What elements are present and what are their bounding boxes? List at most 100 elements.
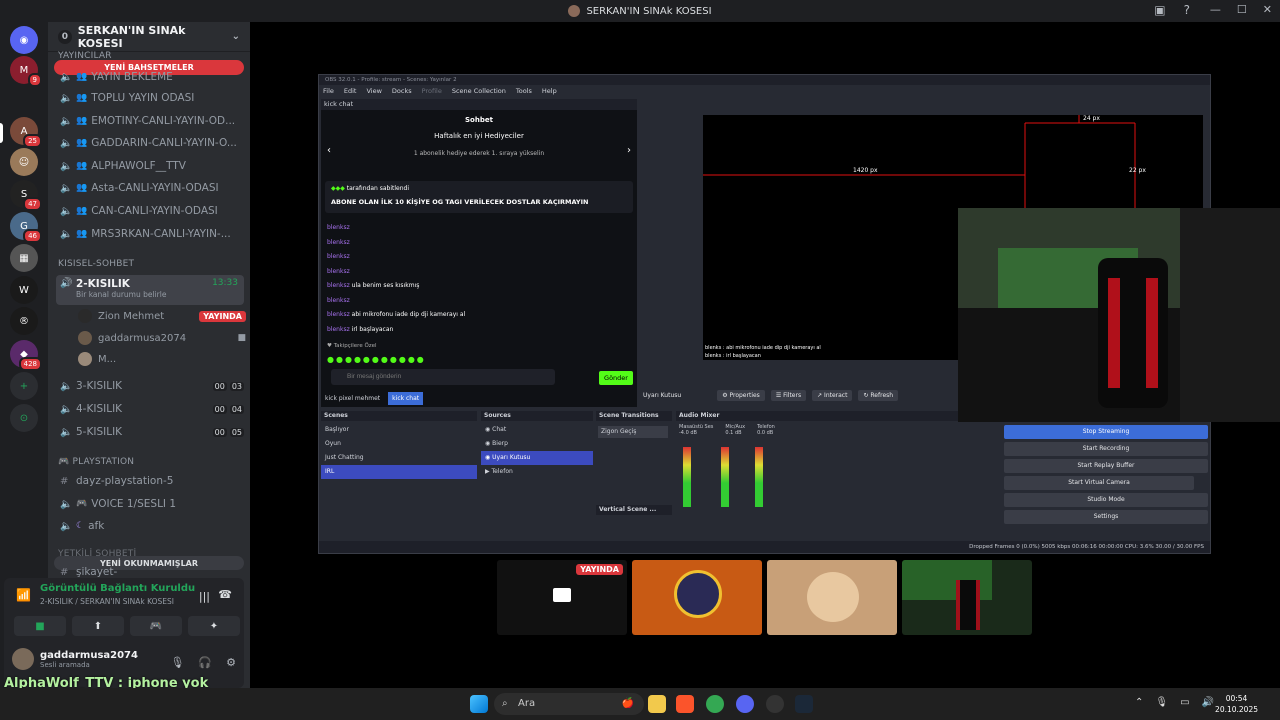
participant-tile-avatar[interactable] <box>767 560 897 635</box>
effects-button[interactable]: ✦ <box>188 616 240 636</box>
tab-kick-chat[interactable]: kick chat <box>388 392 424 405</box>
voice-channel[interactable]: 🔈 ☾ afk <box>56 516 244 536</box>
server-icon[interactable]: A 25 <box>10 117 42 148</box>
scene-item-selected[interactable]: IRL <box>321 465 477 479</box>
tab-kick-pixel[interactable]: kick pixel mehmet <box>321 392 384 405</box>
menu-file[interactable]: File <box>323 87 334 95</box>
chevron-left-icon[interactable]: ‹ <box>327 145 331 156</box>
camera-button[interactable]: ■ <box>14 616 66 636</box>
menu-view[interactable]: View <box>366 87 381 95</box>
voice-channel[interactable]: 🔈 👥 MRS3RKAN-CANLI-YAYIN-... <box>56 224 244 244</box>
voice-channel[interactable]: 🔈 👥 GADDARIN-CANLI-YAYIN-O... <box>56 133 244 153</box>
chat-username[interactable]: blenksz <box>327 311 350 318</box>
help-icon[interactable]: ? <box>1184 3 1190 17</box>
vc-user[interactable]: gaddarmusa2074 ■ <box>78 328 246 348</box>
inbox-icon[interactable]: ▣ <box>1154 3 1165 17</box>
chevron-right-icon[interactable]: › <box>627 145 631 156</box>
chat-username[interactable]: blenksz <box>327 239 350 246</box>
voice-channel[interactable]: 🔈 3-KISILIK 00 03 <box>56 376 244 396</box>
source-item-selected[interactable]: ◉ Uyarı Kutusu <box>481 451 593 465</box>
microphone-icon[interactable]: 🎙 <box>1155 697 1168 708</box>
chrome-icon[interactable] <box>706 695 724 713</box>
voice-channel[interactable]: 🔈 👥 YAYIN BEKLEME <box>56 67 244 87</box>
transition-select[interactable]: Zigon Geçiş <box>598 426 668 438</box>
voice-channel[interactable]: 🔈 👥 EMOTINY-CANLI-YAYIN-OD... <box>56 111 244 131</box>
maximize-button[interactable]: ☐ <box>1237 3 1247 16</box>
server-icon[interactable]: ◆ 428 <box>10 340 42 371</box>
chat-input[interactable] <box>331 369 555 385</box>
start-button[interactable] <box>470 695 488 713</box>
chat-username[interactable]: blenksz <box>327 282 350 289</box>
close-button[interactable]: ✕ <box>1263 3 1272 16</box>
interact-button[interactable]: ↗ Interact <box>812 390 853 401</box>
file-explorer-icon[interactable] <box>648 695 666 713</box>
voice-channel[interactable]: 🔈 👥 ALPHAWOLF__TTV <box>56 156 244 176</box>
headphones-icon[interactable]: 🎧 <box>198 656 212 669</box>
source-item[interactable]: ◉ Bierp <box>481 437 593 451</box>
start-virtual-camera-button[interactable]: Start Virtual Camera <box>1004 476 1194 490</box>
category-kisisel-sohbet[interactable]: KISISEL-SOHBET <box>58 259 134 269</box>
stop-streaming-button[interactable]: Stop Streaming <box>1004 425 1208 439</box>
search-box[interactable]: ⌕ Ara 🍎 <box>494 693 644 715</box>
voice-channel[interactable]: 🔈 👥 TOPLU YAYIN ODASI <box>56 88 244 108</box>
voice-channel[interactable]: 🔈 4-KISILIK 00 04 <box>56 399 244 419</box>
chat-username[interactable]: blenksz <box>327 253 350 260</box>
server-icon[interactable]: ☺ <box>10 148 38 176</box>
server-icon[interactable]: ® <box>10 307 38 335</box>
minimize-button[interactable]: — <box>1210 3 1221 16</box>
emote-bar[interactable]: ●●●●●●●●●●● <box>327 355 426 364</box>
disconnect-icon[interactable]: ☎ <box>218 588 232 601</box>
menu-edit[interactable]: Edit <box>344 87 357 95</box>
activity-button[interactable]: 🎮 <box>130 616 182 636</box>
vc-user[interactable]: M... <box>78 349 246 369</box>
voice-location[interactable]: 2-KISILIK / SERKAN'IN SINAk KOSESI <box>40 597 174 606</box>
microphone-icon[interactable]: 🎙 <box>170 656 184 669</box>
chat-username[interactable]: blenksz <box>327 224 350 231</box>
volume-meter[interactable] <box>755 447 763 507</box>
discord-icon[interactable] <box>736 695 754 713</box>
start-recording-button[interactable]: Start Recording <box>1004 442 1208 456</box>
active-voice-channel[interactable]: 🔊 2-KISILIK 13:33 Bir kanal durumu belirl… <box>56 275 244 305</box>
settings-icon[interactable]: ⚙ <box>226 656 236 669</box>
start-replay-buffer-button[interactable]: Start Replay Buffer <box>1004 459 1208 473</box>
text-channel[interactable]: # dayz-playstation-5 <box>56 471 244 491</box>
discord-home-icon[interactable]: ◉ <box>10 26 38 54</box>
server-icon[interactable]: G 46 <box>10 212 42 243</box>
participant-tile-avatar[interactable] <box>632 560 762 635</box>
menu-scene-collection[interactable]: Scene Collection <box>452 87 506 95</box>
server-icon[interactable]: S 47 <box>10 180 42 211</box>
text-channel[interactable]: # şikayet- <box>56 566 244 578</box>
signal-icon[interactable]: 📶 <box>16 588 31 602</box>
participant-tile-camera[interactable] <box>902 560 1032 635</box>
channel-status[interactable]: Bir kanal durumu belirle <box>76 290 244 299</box>
kick-chat-dock[interactable]: kick chat Sohbet Haftalık en iyi Hediyec… <box>321 99 637 407</box>
menu-profile[interactable]: Profile <box>422 87 442 95</box>
screen-share-button[interactable]: ⬆ <box>72 616 124 636</box>
chat-username[interactable]: blenksz <box>327 268 350 275</box>
voice-channel[interactable]: 🔈 🎮 VOICE 1/SESLI 1 <box>56 494 244 514</box>
scene-item[interactable]: Oyun <box>321 437 477 451</box>
category-playstation[interactable]: 🎮 PLAYSTATION <box>58 457 134 467</box>
server-icon[interactable]: M9 <box>10 56 42 87</box>
refresh-button[interactable]: ↻ Refresh <box>858 390 899 401</box>
studio-mode-button[interactable]: Studio Mode <box>1004 493 1208 507</box>
add-server-icon[interactable]: + <box>10 372 38 400</box>
chevron-up-icon[interactable]: ⌃ <box>1135 697 1143 708</box>
source-item[interactable]: ▶ Telefon <box>481 465 593 479</box>
steam-icon[interactable] <box>795 695 813 713</box>
volume-meter[interactable] <box>683 447 691 507</box>
menu-tools[interactable]: Tools <box>516 87 532 95</box>
pinned-message[interactable]: ◆◆◆ tarafından sabitlendi ABONE OLAN İLK… <box>325 181 633 213</box>
voice-channel[interactable]: 🔈 👥 CAN-CANLI-YAYIN-ODASI <box>56 201 244 221</box>
menu-help[interactable]: Help <box>542 87 557 95</box>
clock[interactable]: 00:54 20.10.2025 <box>1215 693 1258 715</box>
filters-button[interactable]: ☰ Filters <box>770 390 807 401</box>
server-header[interactable]: 0 SERKAN'IN SINAk KOSESI ⌄ <box>48 22 250 52</box>
menu-docks[interactable]: Docks <box>392 87 412 95</box>
server-icon[interactable]: ▦ <box>10 244 38 272</box>
source-item[interactable]: ◉ Chat <box>481 423 593 437</box>
network-icon[interactable]: ▭ <box>1180 697 1189 708</box>
settings-button[interactable]: Settings <box>1004 510 1208 524</box>
obs-icon[interactable] <box>766 695 784 713</box>
explore-icon[interactable]: ⊙ <box>10 404 38 432</box>
